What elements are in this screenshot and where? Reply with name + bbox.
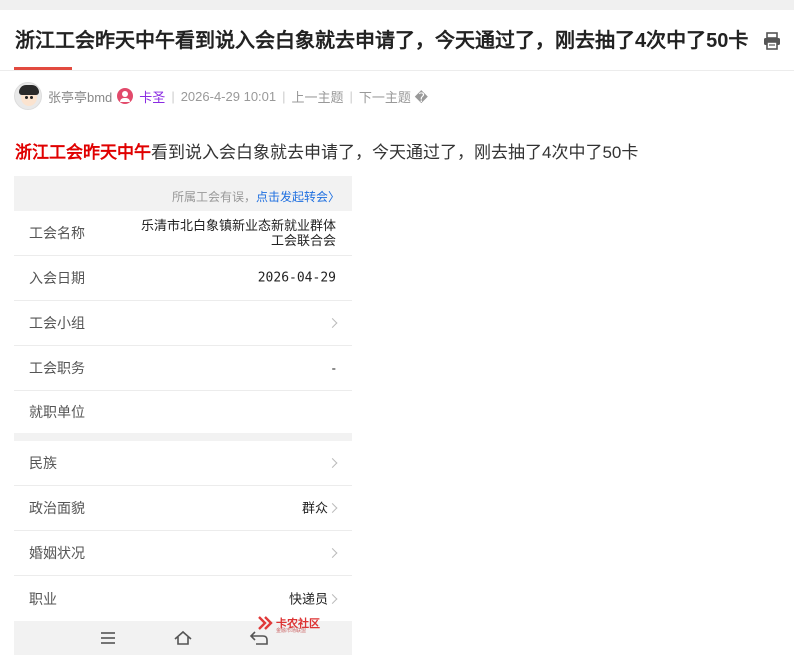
meta-divider: | bbox=[282, 88, 286, 104]
row-employer: 就职单位 bbox=[29, 404, 85, 420]
avatar[interactable] bbox=[14, 82, 42, 110]
post-text: 看到说入会白象就去申请了，今天通过了，刚去抽了4次中了50卡 bbox=[151, 143, 639, 162]
personal-info-card: 民族 政治面貌 群众 婚姻状况 职业 快递员 bbox=[14, 441, 352, 621]
user-group[interactable]: 卡圣 bbox=[139, 87, 165, 106]
thread-title: 浙江工会昨天中午看到说入会白象就去申请了，今天通过了，刚去抽了4次中了50卡 bbox=[15, 30, 749, 52]
post-date: 2026-4-29 10:01 bbox=[180, 88, 277, 104]
post-body: 浙江工会昨天中午看到说入会白象就去申请了，今天通过了，刚去抽了4次中了50卡 bbox=[15, 142, 638, 164]
meta-divider: | bbox=[171, 88, 175, 104]
top-bar bbox=[0, 0, 794, 10]
prev-thread-link[interactable]: 上一主题 bbox=[292, 87, 344, 106]
chevron-right-icon bbox=[327, 593, 338, 604]
print-icon[interactable] bbox=[762, 31, 782, 51]
menu-icon[interactable] bbox=[97, 627, 119, 649]
user-badge-icon bbox=[117, 88, 134, 104]
title-divider bbox=[0, 70, 794, 71]
row-union-role: 工会职务 - bbox=[14, 346, 352, 391]
attached-screenshot[interactable]: 所属工会有误，点击发起转会〉 工会名称 乐清市北白象镇新业态新就业群体 工会联合会… bbox=[14, 176, 352, 655]
row-union-name: 工会名称 乐清市北白象镇新业态新就业群体 工会联合会 bbox=[14, 211, 352, 256]
chevron-right-icon bbox=[327, 548, 338, 558]
chevron-right-icon bbox=[327, 458, 338, 468]
row-ethnicity[interactable]: 民族 bbox=[14, 441, 352, 486]
transfer-hint: 所属工会有误，点击发起转会〉 bbox=[14, 176, 352, 211]
row-union-group[interactable]: 工会小组 bbox=[14, 301, 352, 346]
union-info-card: 工会名称 乐清市北白象镇新业态新就业群体 工会联合会 入会日期 2026-04-2… bbox=[14, 211, 352, 433]
watermark-logo-icon bbox=[258, 616, 273, 630]
post-highlight: 浙江工会昨天中午 bbox=[15, 143, 151, 162]
watermark: 卡农社区 金融市场联盟 bbox=[256, 614, 326, 634]
chevron-right-icon bbox=[327, 318, 338, 328]
home-icon[interactable] bbox=[172, 627, 194, 649]
post-meta: 张亭亭bmd 卡圣 | 2026-4-29 10:01 | 上一主题 | 下一主… bbox=[14, 82, 428, 110]
chevron-right-icon bbox=[327, 503, 338, 513]
row-join-date: 入会日期 2026-04-29 bbox=[14, 256, 352, 301]
transfer-link[interactable]: 点击发起转会 bbox=[256, 190, 328, 204]
next-thread-link[interactable]: 下一主题 � bbox=[359, 87, 428, 106]
row-marital-status[interactable]: 婚姻状况 bbox=[14, 531, 352, 576]
meta-divider: | bbox=[349, 88, 353, 104]
row-political-status[interactable]: 政治面貌 群众 bbox=[14, 486, 352, 531]
username[interactable]: 张亭亭bmd bbox=[48, 87, 112, 106]
